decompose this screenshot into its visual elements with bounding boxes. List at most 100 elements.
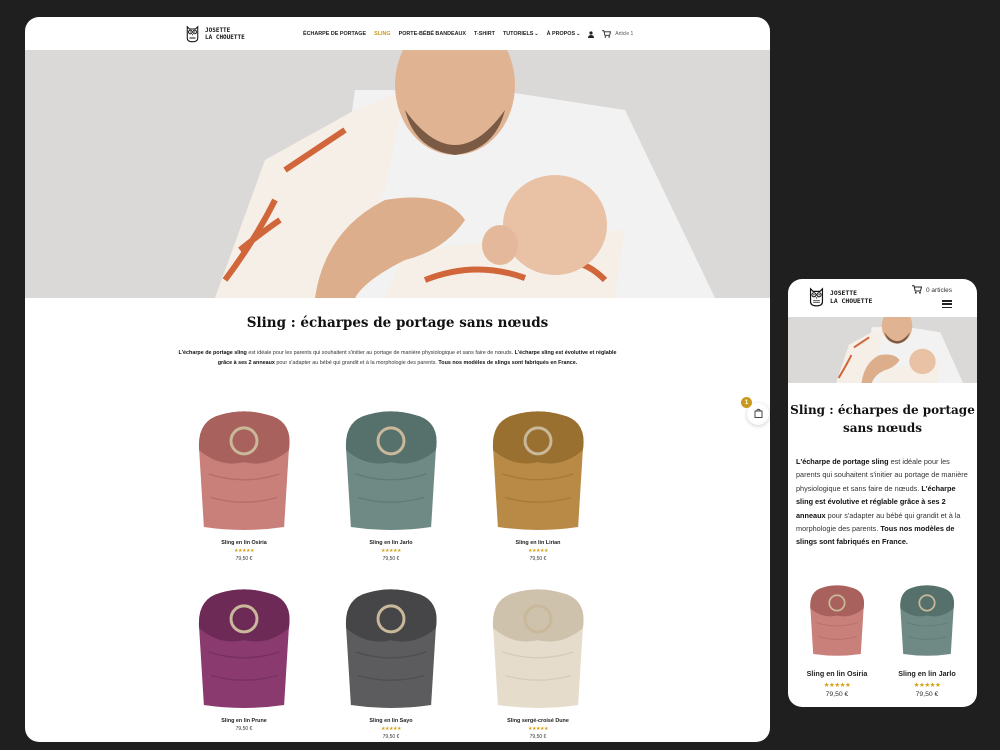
nav-item-label: PORTE-BÉBÉ BANDEAUX xyxy=(398,31,466,37)
product-name[interactable]: Sling en lin Lirian xyxy=(479,540,597,546)
product-photo xyxy=(810,585,865,656)
mobile-brand-logo[interactable]: JOSETTE LA CHOUETTE xyxy=(808,286,872,307)
product-name[interactable]: Sling en lin Sayo xyxy=(332,718,450,724)
product-image[interactable] xyxy=(479,581,597,711)
product-card[interactable]: Sling en lin Sayo ★★★★★ 79,50 € xyxy=(332,581,450,742)
brand-line-1: JOSETTE xyxy=(830,288,857,297)
owl-logo-icon xyxy=(185,24,200,43)
floating-cart-button[interactable]: 1 xyxy=(741,397,769,425)
product-photo xyxy=(345,411,437,530)
product-rating: ★★★★★ xyxy=(913,682,941,689)
page-description: L'écharpe de portage sling est idéale po… xyxy=(175,348,620,368)
product-price: 79,50 € xyxy=(185,726,303,732)
mobile-hero-image xyxy=(788,317,977,383)
user-icon[interactable] xyxy=(588,30,595,38)
product-image[interactable] xyxy=(479,403,597,533)
cart-icon xyxy=(602,30,612,38)
product-image[interactable] xyxy=(802,579,872,659)
nav-item-5[interactable]: À PROPOS⌄ xyxy=(547,31,581,37)
product-photo xyxy=(198,411,290,530)
brand-line-2: LA CHOUETTE xyxy=(830,296,873,305)
product-image[interactable] xyxy=(332,403,450,533)
nav-item-2[interactable]: PORTE-BÉBÉ BANDEAUX xyxy=(399,31,466,37)
desktop-description-part: L'écharpe de portage sling xyxy=(178,350,247,356)
product-rating: ★★★★★ xyxy=(528,726,548,732)
owl-logo-icon xyxy=(808,286,825,307)
nav-item-1[interactable]: SLING xyxy=(374,31,390,37)
mobile-product-grid: Sling en lin Osiria ★★★★★ 79,50 € Sling … xyxy=(802,579,963,698)
product-price-value: 79,50 € xyxy=(529,734,547,740)
product-grid: Sling en lin Osiria ★★★★★ 79,50 € Sling … xyxy=(185,403,610,742)
product-price-value: 79,50 € xyxy=(529,556,547,562)
desktop-preview: JOSETTE LA CHOUETTE ÉCHARPE DE PORTAGE SL… xyxy=(25,17,770,742)
desktop-description-part: pour s'adapter au bébé qui grandit et à … xyxy=(274,360,439,366)
mobile-description-part: L'écharpe de portage sling xyxy=(796,457,889,466)
nav-item-0[interactable]: ÉCHARPE DE PORTAGE xyxy=(303,31,366,37)
nav-item-label: SLING xyxy=(374,31,391,37)
product-image[interactable] xyxy=(185,581,303,711)
header-cart-label: Article 1 xyxy=(615,31,634,37)
product-name[interactable]: Sling en lin Jarlo xyxy=(332,540,450,546)
mobile-header: JOSETTE LA CHOUETTE 0 articles xyxy=(788,279,977,317)
desktop-description-part: est idéale pour les parents qui souhaite… xyxy=(246,350,515,356)
mobile-hero-photo xyxy=(788,317,977,383)
shopping-bag-icon xyxy=(754,405,763,423)
nav-item-label: T-SHIRT xyxy=(473,31,495,37)
mobile-product-card[interactable]: Sling en lin Osiria ★★★★★ 79,50 € xyxy=(802,579,872,698)
nav-item-label: ÉCHARPE DE PORTAGE xyxy=(303,31,367,37)
product-price: 79,50 € xyxy=(185,556,303,562)
brand-line-2: LA CHOUETTE xyxy=(205,33,245,41)
hero-photo xyxy=(25,50,770,298)
product-price-value: 79,50 € xyxy=(382,556,400,562)
nav-item-3[interactable]: T-SHIRT xyxy=(474,31,495,37)
mobile-page-description: L'écharpe de portage sling est idéale po… xyxy=(796,455,968,549)
cart-count-badge: 1 xyxy=(741,397,752,408)
desktop-description-part: Tous nos modèles de slings sont fabriqué… xyxy=(438,360,578,366)
product-price: 79,50 € xyxy=(332,556,450,562)
brand-name: JOSETTE LA CHOUETTE xyxy=(205,27,245,41)
product-name[interactable]: Sling en lin Osiria xyxy=(185,540,303,546)
mobile-cart-label: 0 articles xyxy=(926,287,953,294)
brand-name: JOSETTE LA CHOUETTE xyxy=(830,289,872,305)
product-image[interactable] xyxy=(332,581,450,711)
product-image[interactable] xyxy=(185,403,303,533)
product-name[interactable]: Sling en lin Prune xyxy=(185,718,303,724)
mobile-product-card[interactable]: Sling en lin Jarlo ★★★★★ 79,50 € xyxy=(892,579,962,698)
product-rating: ★★★★★ xyxy=(823,682,851,689)
product-price: 79,50 € xyxy=(825,691,849,698)
product-card[interactable]: Sling en lin Jarlo ★★★★★ 79,50 € xyxy=(332,403,450,581)
product-price: 79,50 € xyxy=(479,734,597,740)
product-image[interactable] xyxy=(892,579,962,659)
product-card[interactable]: Sling en lin Lirian ★★★★★ 79,50 € xyxy=(479,403,597,581)
mobile-page-title: Sling : écharpes de portage sans nœuds xyxy=(790,403,975,435)
product-rating: ★★★★★ xyxy=(234,548,254,554)
mobile-cart-link[interactable]: 0 articles xyxy=(912,285,952,296)
site-header: JOSETTE LA CHOUETTE ÉCHARPE DE PORTAGE SL… xyxy=(25,17,770,50)
product-photo xyxy=(492,589,584,708)
product-price: 79,50 € xyxy=(915,691,939,698)
brand-logo[interactable]: JOSETTE LA CHOUETTE xyxy=(185,24,245,43)
product-name[interactable]: Sling sergé-croisé Dune xyxy=(479,718,597,724)
product-card[interactable]: Sling en lin Osiria ★★★★★ 79,50 € xyxy=(185,403,303,581)
product-name[interactable]: Sling en lin Jarlo xyxy=(892,669,962,678)
nav-item-4[interactable]: TUTORIELS⌄ xyxy=(503,31,539,37)
product-card[interactable]: Sling sergé-croisé Dune ★★★★★ 79,50 € xyxy=(479,581,597,742)
brand-line-1: JOSETTE xyxy=(205,26,231,34)
product-photo xyxy=(492,411,584,530)
product-price: 79,50 € xyxy=(332,734,450,740)
hamburger-menu-icon[interactable] xyxy=(942,300,952,308)
product-rating: ★★★★★ xyxy=(381,548,401,554)
product-price-value: 79,50 € xyxy=(235,726,253,732)
product-card[interactable]: Sling en lin Prune 79,50 € xyxy=(185,581,303,742)
product-price: 79,50 € xyxy=(479,556,597,562)
product-rating: ★★★★★ xyxy=(381,726,401,732)
product-price-value: 79,50 € xyxy=(382,734,400,740)
product-photo xyxy=(900,585,955,656)
header-cart-link[interactable]: Article 1 xyxy=(602,30,633,38)
nav-item-label: À PROPOS xyxy=(546,31,576,37)
product-rating: ★★★★★ xyxy=(528,548,548,554)
product-photo xyxy=(345,589,437,708)
product-name[interactable]: Sling en lin Osiria xyxy=(802,669,872,678)
product-price-value: 79,50 € xyxy=(235,556,253,562)
product-photo xyxy=(198,589,290,708)
